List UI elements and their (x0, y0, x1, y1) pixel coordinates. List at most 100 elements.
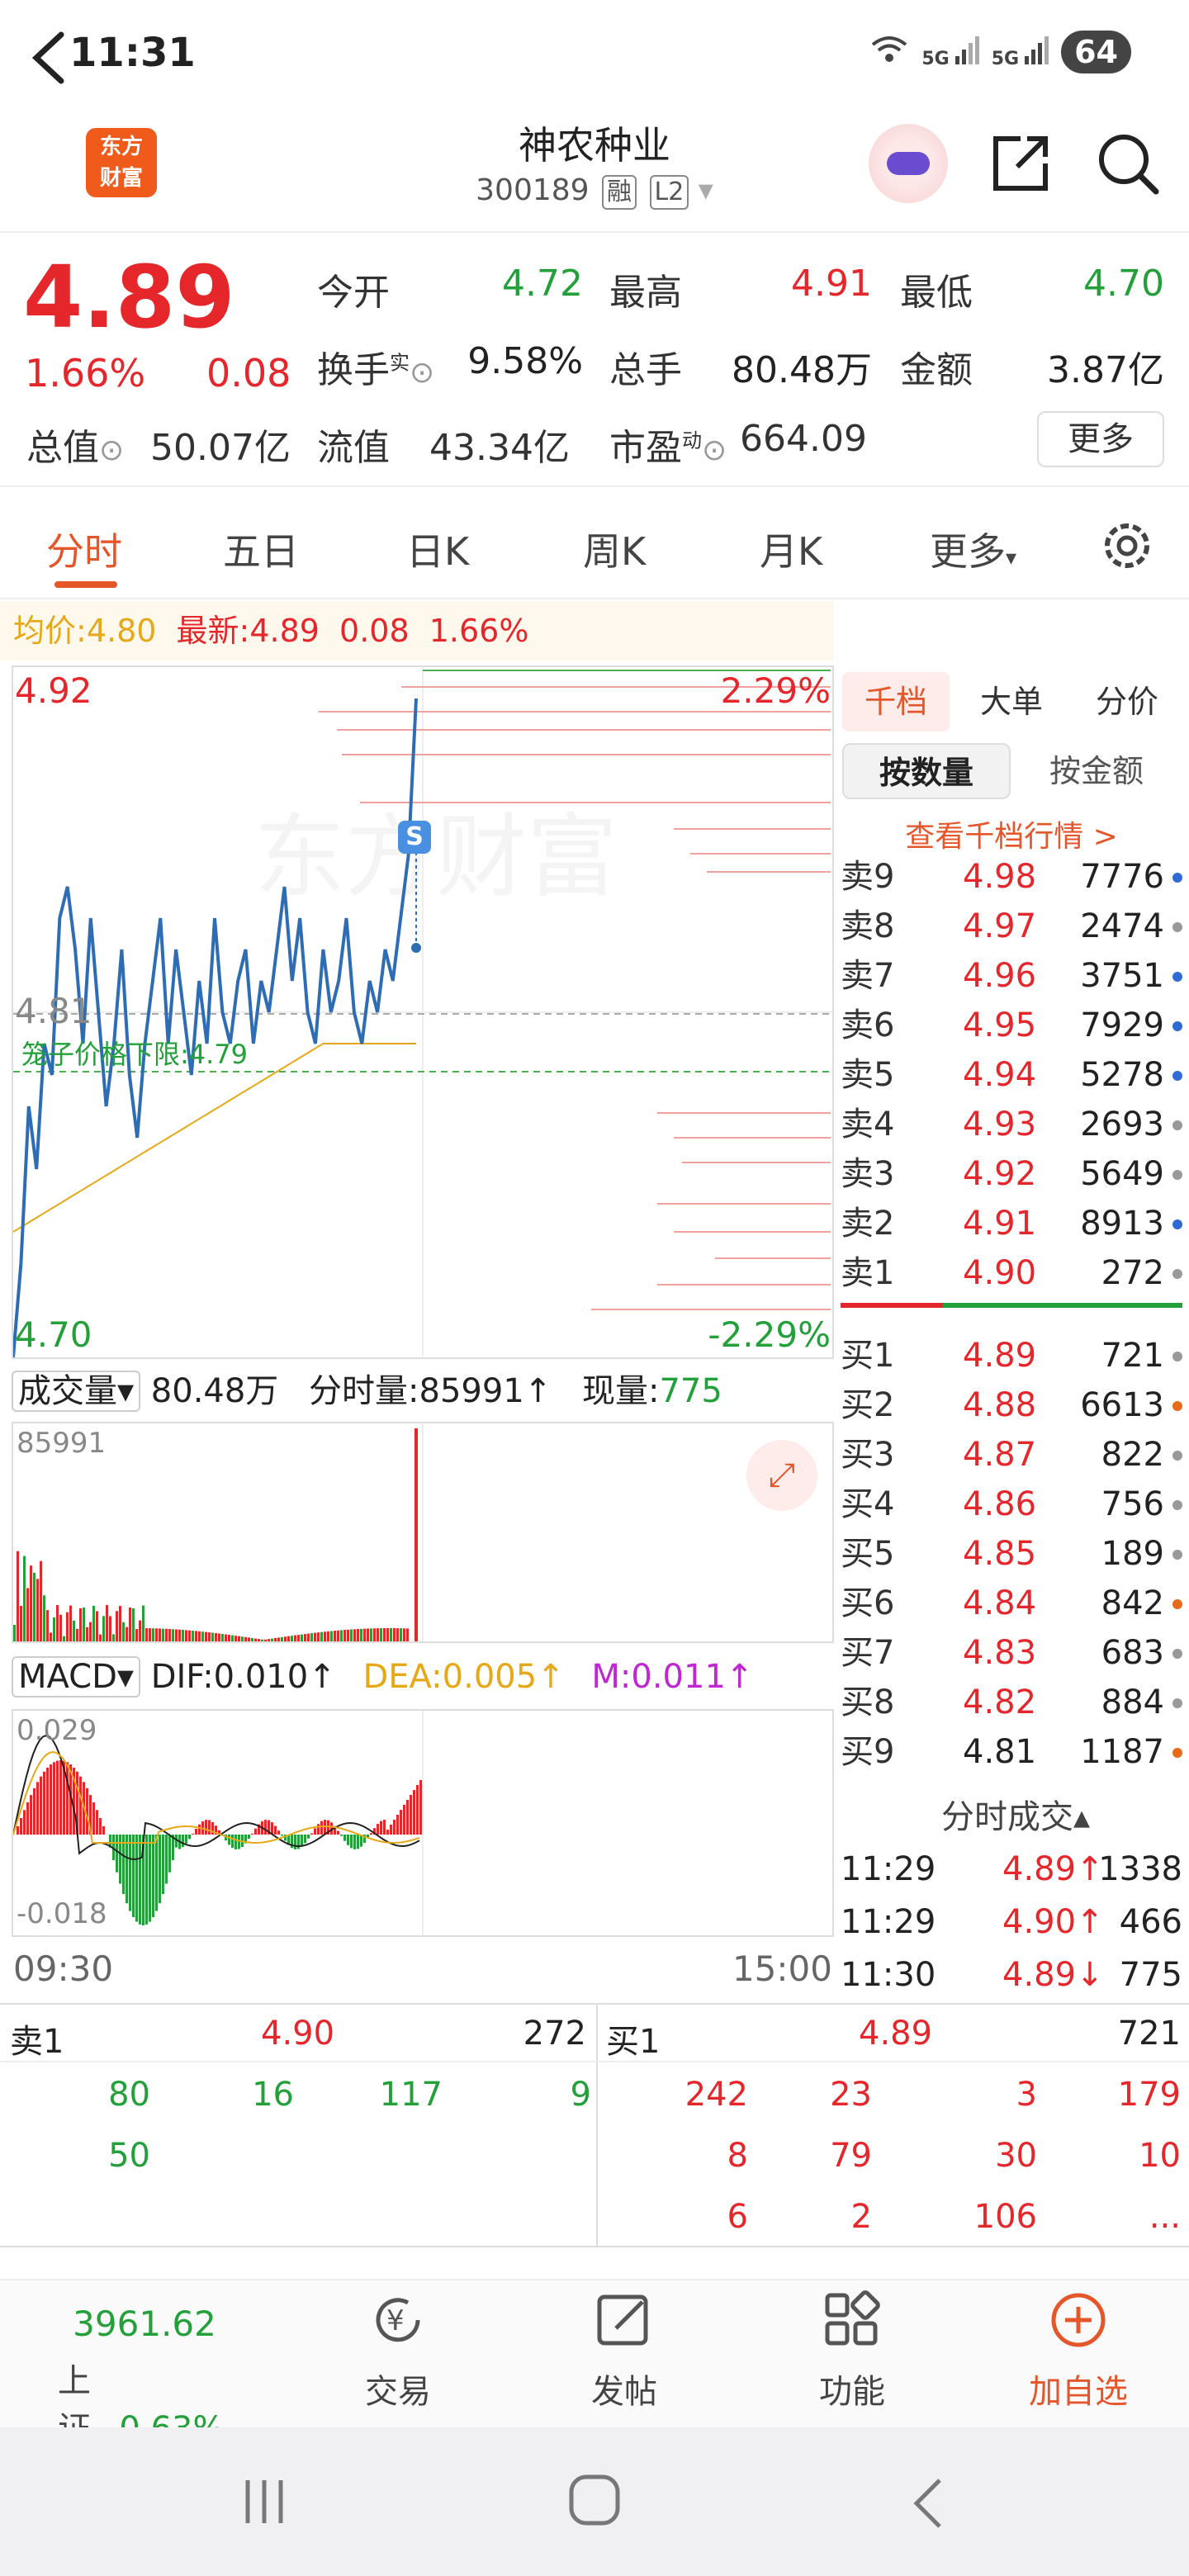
add-watchlist-button[interactable]: 加自选 (1012, 2287, 1144, 2419)
bid-dot (1172, 1550, 1182, 1560)
queue-cell-right: 242 (685, 2076, 748, 2114)
system-icons: 5G 5G 64 (869, 30, 1131, 74)
ask-row[interactable]: 卖2 4.91 8913 (841, 1199, 1182, 1248)
tab-week-k[interactable]: 周K (583, 522, 646, 576)
home-button[interactable] (568, 2474, 621, 2530)
functions-button[interactable]: 功能 (786, 2287, 918, 2419)
bid-price: 4.86 (963, 1485, 1037, 1523)
tab-month-k[interactable]: 月K (760, 522, 822, 576)
ai-assistant-button[interactable] (869, 124, 948, 203)
ask-dot (1172, 972, 1182, 982)
sort-by-quantity[interactable]: 按数量 (842, 743, 1011, 799)
y-pre-label: 4.81 (15, 991, 92, 1031)
pct-low-label: -2.29% (708, 1314, 831, 1355)
share-button[interactable] (988, 130, 1054, 197)
depth-bars (319, 670, 831, 1310)
recent-apps-button[interactable] (239, 2477, 289, 2530)
queue-right-price: 4.89 (859, 2015, 933, 2053)
bid-price: 4.89 (963, 1337, 1037, 1375)
ask-row[interactable]: 卖7 4.96 3751 (841, 951, 1182, 1001)
tab-five-day[interactable]: 五日 (223, 522, 299, 576)
bid-row[interactable]: 买6 4.84 842 (841, 1579, 1182, 1628)
ask-dot (1172, 1219, 1182, 1229)
ask-label: 卖3 (841, 1155, 895, 1193)
bid-qty: 756 (1101, 1485, 1164, 1523)
stock-code-row[interactable]: 300189 融 L2 ▾ (429, 173, 760, 210)
post-button[interactable]: 发帖 (558, 2287, 690, 2419)
ask-row[interactable]: 卖4 4.93 2693 (841, 1100, 1182, 1149)
ask-qty: 7776 (1080, 858, 1164, 896)
ask-row[interactable]: 卖1 4.90 272 (841, 1248, 1182, 1298)
bid-qty: 189 (1101, 1535, 1164, 1573)
ask-label: 卖1 (841, 1254, 895, 1292)
trade-time: 11:29 (841, 1903, 936, 1941)
settings-button[interactable] (1098, 517, 1156, 578)
trade-qty: 775 (1119, 1956, 1182, 1994)
tab-level1000[interactable]: 千档 (842, 672, 950, 732)
trade-button[interactable]: ¥ 交易 (332, 2287, 464, 2419)
turnover-value: 9.58% (467, 340, 583, 382)
ask-row[interactable]: 卖8 4.97 2474 (841, 902, 1182, 951)
bid-qty: 683 (1101, 1634, 1164, 1672)
sort-by-amount[interactable]: 按金额 (1012, 743, 1181, 799)
ask-label: 卖2 (841, 1205, 895, 1243)
bid-qty: 6613 (1080, 1386, 1164, 1424)
tab-intraday[interactable]: 分时 (46, 522, 122, 576)
bid-row[interactable]: 买5 4.85 189 (841, 1529, 1182, 1579)
change-value: 0.08 (206, 351, 291, 395)
ask-row[interactable]: 卖5 4.94 5278 (841, 1050, 1182, 1100)
more-button[interactable]: 更多 (1037, 411, 1164, 467)
tab-price-split[interactable]: 分价 (1073, 672, 1181, 732)
bid-row[interactable]: 买3 4.87 822 (841, 1430, 1182, 1480)
recents-icon (245, 2480, 283, 2523)
bid-qty: 884 (1101, 1683, 1164, 1721)
bid-row[interactable]: 买8 4.82 884 (841, 1678, 1182, 1727)
ask-qty: 2474 (1080, 907, 1164, 945)
volume-indicator-select[interactable]: 成交量▾ (12, 1371, 141, 1412)
bid-price: 4.85 (963, 1535, 1037, 1573)
ask-row[interactable]: 卖6 4.95 7929 (841, 1001, 1182, 1050)
back-button[interactable] (25, 25, 74, 91)
bid-dot (1172, 1500, 1182, 1510)
bid-row[interactable]: 买2 4.88 6613 (841, 1380, 1182, 1430)
bid-label: 买6 (841, 1584, 895, 1622)
system-back-button[interactable] (912, 2477, 945, 2533)
queue-cell-right: 23 (830, 2076, 872, 2114)
trade-price: 4.89↓ (1002, 1956, 1104, 1994)
ask-row[interactable]: 卖9 4.98 7776 (841, 852, 1182, 902)
queue-left-label: 卖1 (10, 2023, 64, 2061)
trade-qty: 466 (1119, 1903, 1182, 1941)
tab-more[interactable]: 更多▾ (930, 522, 1016, 576)
trades-title[interactable]: 分时成交▴ (941, 1790, 1090, 1838)
ask-price: 4.97 (963, 907, 1037, 945)
macd-axis-bottom: -0.018 (17, 1897, 107, 1930)
intraday-chart[interactable]: 东方财富 4.92 4.81 4.70 2.29% -2.29% 笼子价格下限:… (12, 665, 834, 1359)
pct-high-label: 2.29% (720, 670, 831, 711)
ask-dot (1172, 1120, 1182, 1130)
macd-indicator-select[interactable]: MACD▾ (12, 1656, 140, 1698)
volume-axis-max: 85991 (17, 1427, 107, 1460)
time-axis: 09:30 15:00 (12, 1944, 834, 1993)
trade-price: 4.90↑ (1002, 1903, 1104, 1941)
tab-big-orders[interactable]: 大单 (958, 672, 1065, 732)
search-button[interactable] (1095, 130, 1161, 197)
tab-day-k[interactable]: 日K (406, 522, 469, 576)
ask-qty: 7929 (1080, 1006, 1164, 1044)
bid-row[interactable]: 买1 4.89 721 (841, 1331, 1182, 1380)
average-price-bar: 均价:4.80 最新:4.89 0.08 1.66% (0, 601, 834, 661)
bid-row[interactable]: 买4 4.86 756 (841, 1480, 1182, 1529)
macd-chart: 0.029 -0.018 (12, 1709, 834, 1937)
ask-row[interactable]: 卖3 4.92 5649 (841, 1149, 1182, 1199)
bid-row[interactable]: 买7 4.83 683 (841, 1628, 1182, 1678)
dropdown-icon: ▾ (698, 173, 713, 207)
signal-badge[interactable]: S (398, 821, 431, 854)
mcap-value: 50.07亿 (150, 427, 291, 469)
high-label: 最高 (609, 272, 682, 314)
bid-row[interactable]: 买9 4.81 1187 (841, 1727, 1182, 1777)
volume-label: 总手 (609, 349, 682, 391)
index-ticker[interactable]: 3961.62 上证-0.63% (58, 2304, 231, 2448)
ask-qty: 5649 (1080, 1155, 1164, 1193)
expand-icon[interactable]: ⤢ (746, 1440, 817, 1511)
order-book-divider (841, 1303, 1182, 1308)
queue-cell-right: 10 (1139, 2137, 1181, 2175)
